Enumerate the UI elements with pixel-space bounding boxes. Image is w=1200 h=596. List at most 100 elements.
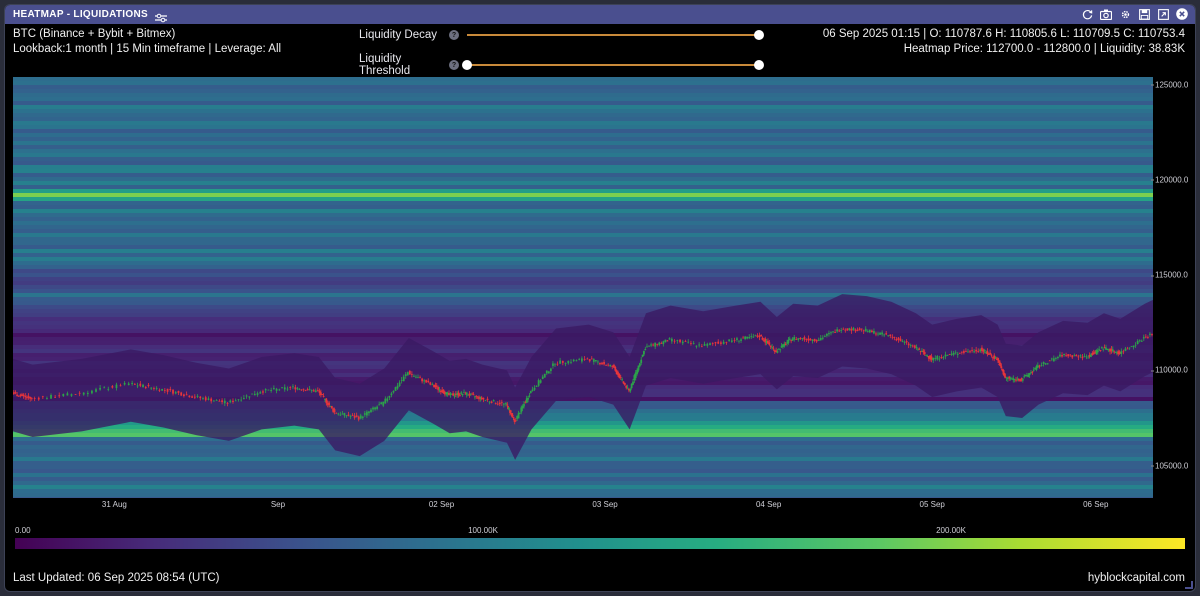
candle-body bbox=[1063, 354, 1065, 356]
candle-body bbox=[262, 391, 264, 393]
y-tick-label: 110000.0 bbox=[1151, 365, 1188, 375]
candle-body bbox=[506, 404, 509, 406]
candle-body bbox=[897, 337, 900, 340]
brand-link[interactable]: hyblockcapital.com bbox=[1088, 572, 1185, 584]
candle-body bbox=[537, 380, 540, 386]
heatmap-row bbox=[13, 293, 1153, 298]
candle-body bbox=[868, 329, 871, 333]
resize-handle[interactable] bbox=[1185, 581, 1193, 589]
camera-icon[interactable] bbox=[1099, 7, 1113, 21]
gear-icon[interactable] bbox=[1118, 7, 1132, 21]
candle-body bbox=[1130, 346, 1133, 348]
candle-body bbox=[1032, 369, 1035, 371]
heatmap-row bbox=[13, 305, 1153, 310]
candle-body bbox=[1099, 350, 1102, 351]
candle-body bbox=[852, 327, 855, 330]
candle-body bbox=[196, 396, 199, 397]
candle-body bbox=[742, 337, 744, 339]
candle-body bbox=[561, 360, 564, 363]
widget-titlebar[interactable]: HEATMAP - LIQUIDATIONS bbox=[5, 5, 1195, 24]
candle-body bbox=[27, 396, 30, 398]
candle-body bbox=[916, 349, 919, 351]
liquidity-decay-thumb[interactable] bbox=[754, 30, 764, 40]
candle-body bbox=[437, 387, 440, 390]
candle-body bbox=[758, 335, 761, 338]
help-icon[interactable]: ? bbox=[449, 60, 459, 70]
candle-body bbox=[605, 364, 608, 366]
save-icon[interactable] bbox=[1137, 7, 1151, 21]
candle-body bbox=[161, 389, 164, 391]
colorbar-tick-label: 100.00K bbox=[468, 526, 498, 535]
candle-body bbox=[971, 349, 973, 351]
candle-body bbox=[384, 398, 387, 404]
candle-body bbox=[33, 397, 36, 399]
candle-body bbox=[343, 413, 346, 416]
heatmap-row bbox=[13, 437, 1153, 442]
candle-body bbox=[1069, 354, 1072, 356]
candle-body bbox=[990, 354, 993, 356]
candle-body bbox=[351, 415, 354, 416]
candle-body bbox=[427, 380, 430, 383]
candle-body bbox=[687, 341, 690, 343]
candle-body bbox=[131, 383, 134, 385]
candle-body bbox=[603, 361, 605, 365]
heatmap-row bbox=[13, 77, 1153, 82]
heatmap-row bbox=[13, 197, 1153, 202]
help-icon[interactable]: ? bbox=[449, 30, 459, 40]
candle-body bbox=[756, 335, 759, 337]
candle-body bbox=[237, 399, 240, 401]
candle-body bbox=[490, 401, 493, 403]
heatmap-row bbox=[13, 157, 1153, 162]
candle-body bbox=[321, 394, 324, 395]
heatmap-row bbox=[13, 129, 1153, 134]
candle-body bbox=[306, 389, 309, 391]
expand-icon[interactable] bbox=[1156, 7, 1170, 21]
candle-body bbox=[256, 393, 259, 395]
candle-body bbox=[846, 328, 849, 331]
candle-body bbox=[158, 389, 161, 391]
candle-body bbox=[58, 395, 61, 397]
heatmap-row bbox=[13, 117, 1153, 122]
candle-body bbox=[895, 339, 898, 341]
candle-body bbox=[722, 341, 725, 344]
candle-body bbox=[353, 415, 356, 418]
heatmap-row bbox=[13, 289, 1153, 294]
liquidity-threshold-slider[interactable] bbox=[462, 60, 764, 70]
candle-body bbox=[901, 340, 904, 342]
heatmap-row bbox=[13, 433, 1153, 438]
candle-body bbox=[993, 355, 996, 359]
candle-body bbox=[296, 388, 299, 390]
candle-body bbox=[938, 358, 941, 360]
candle-body bbox=[435, 385, 438, 387]
candle-body bbox=[218, 400, 221, 402]
candle-body bbox=[638, 363, 641, 367]
candle-body bbox=[103, 387, 106, 389]
candle-body bbox=[575, 360, 578, 362]
heatmap-row bbox=[13, 449, 1153, 454]
candle-body bbox=[431, 384, 434, 386]
candle-body bbox=[1136, 340, 1139, 345]
candle-body bbox=[24, 395, 27, 398]
candle-body bbox=[746, 336, 749, 339]
liquidity-decay-slider[interactable] bbox=[467, 30, 764, 40]
candle-body bbox=[185, 394, 188, 396]
liquidity-threshold-max-thumb[interactable] bbox=[754, 60, 764, 70]
candle-body bbox=[459, 394, 461, 396]
heatmap-row bbox=[13, 493, 1153, 498]
candle-body bbox=[325, 398, 328, 404]
candle-body bbox=[363, 413, 366, 415]
candle-body bbox=[570, 361, 572, 363]
candle-body bbox=[629, 388, 632, 392]
refresh-icon[interactable] bbox=[1080, 7, 1094, 21]
close-icon[interactable] bbox=[1175, 7, 1189, 21]
liquidity-threshold-min-thumb[interactable] bbox=[462, 60, 472, 70]
liquidation-heatmap[interactable] bbox=[13, 77, 1153, 498]
heatmap-row bbox=[13, 165, 1153, 170]
candle-body bbox=[1042, 362, 1045, 364]
sliders-icon[interactable] bbox=[154, 10, 167, 22]
candle-body bbox=[614, 366, 617, 371]
candle-body bbox=[623, 382, 626, 385]
candle-body bbox=[1031, 371, 1034, 373]
candle-body bbox=[885, 333, 888, 335]
heatmap-row bbox=[13, 457, 1153, 462]
